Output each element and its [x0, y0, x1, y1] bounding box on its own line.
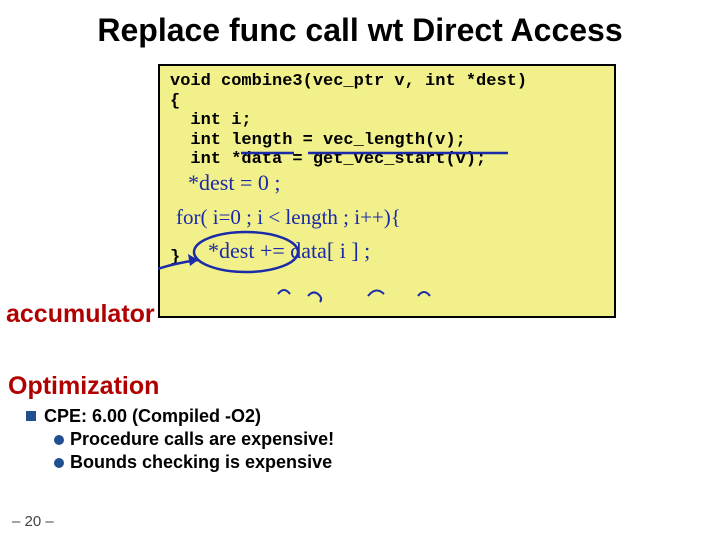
bullet-cpe: CPE: 6.00 (Compiled -O2)	[26, 406, 334, 427]
subbullet-proc-calls-text: Procedure calls are expensive!	[70, 429, 334, 449]
code-line-4: int length = vec_length(v);	[170, 131, 466, 150]
section-heading: Optimization	[8, 372, 159, 401]
code-line-3: int i;	[170, 111, 252, 130]
bullet-cpe-prefix: CPE:	[44, 406, 92, 426]
page-footer: – 20 –	[12, 513, 54, 530]
dot-bullet-icon	[54, 458, 64, 468]
subbullet-proc-calls: Procedure calls are expensive!	[54, 429, 334, 450]
slide-title: Replace func call wt Direct Access	[0, 12, 720, 49]
code-box: void combine3(vec_ptr v, int *dest) { in…	[158, 64, 616, 318]
code-line-1: void combine3(vec_ptr v, int *dest)	[170, 72, 527, 91]
square-bullet-icon	[26, 411, 36, 421]
bullet-list: CPE: 6.00 (Compiled -O2) Procedure calls…	[26, 404, 334, 475]
slide: Replace func call wt Direct Access void …	[0, 0, 720, 540]
dot-bullet-icon	[54, 435, 64, 445]
bullet-cpe-rest: 6.00 (Compiled -O2)	[92, 406, 261, 426]
accumulator-label: accumulator	[6, 300, 155, 329]
code-line-5: int *data = get_vec_start(v);	[170, 150, 486, 169]
code-line-2: {	[170, 92, 180, 111]
subbullet-bounds: Bounds checking is expensive	[54, 452, 334, 473]
code-close-brace: }	[170, 248, 180, 267]
subbullet-bounds-text: Bounds checking is expensive	[70, 452, 332, 472]
